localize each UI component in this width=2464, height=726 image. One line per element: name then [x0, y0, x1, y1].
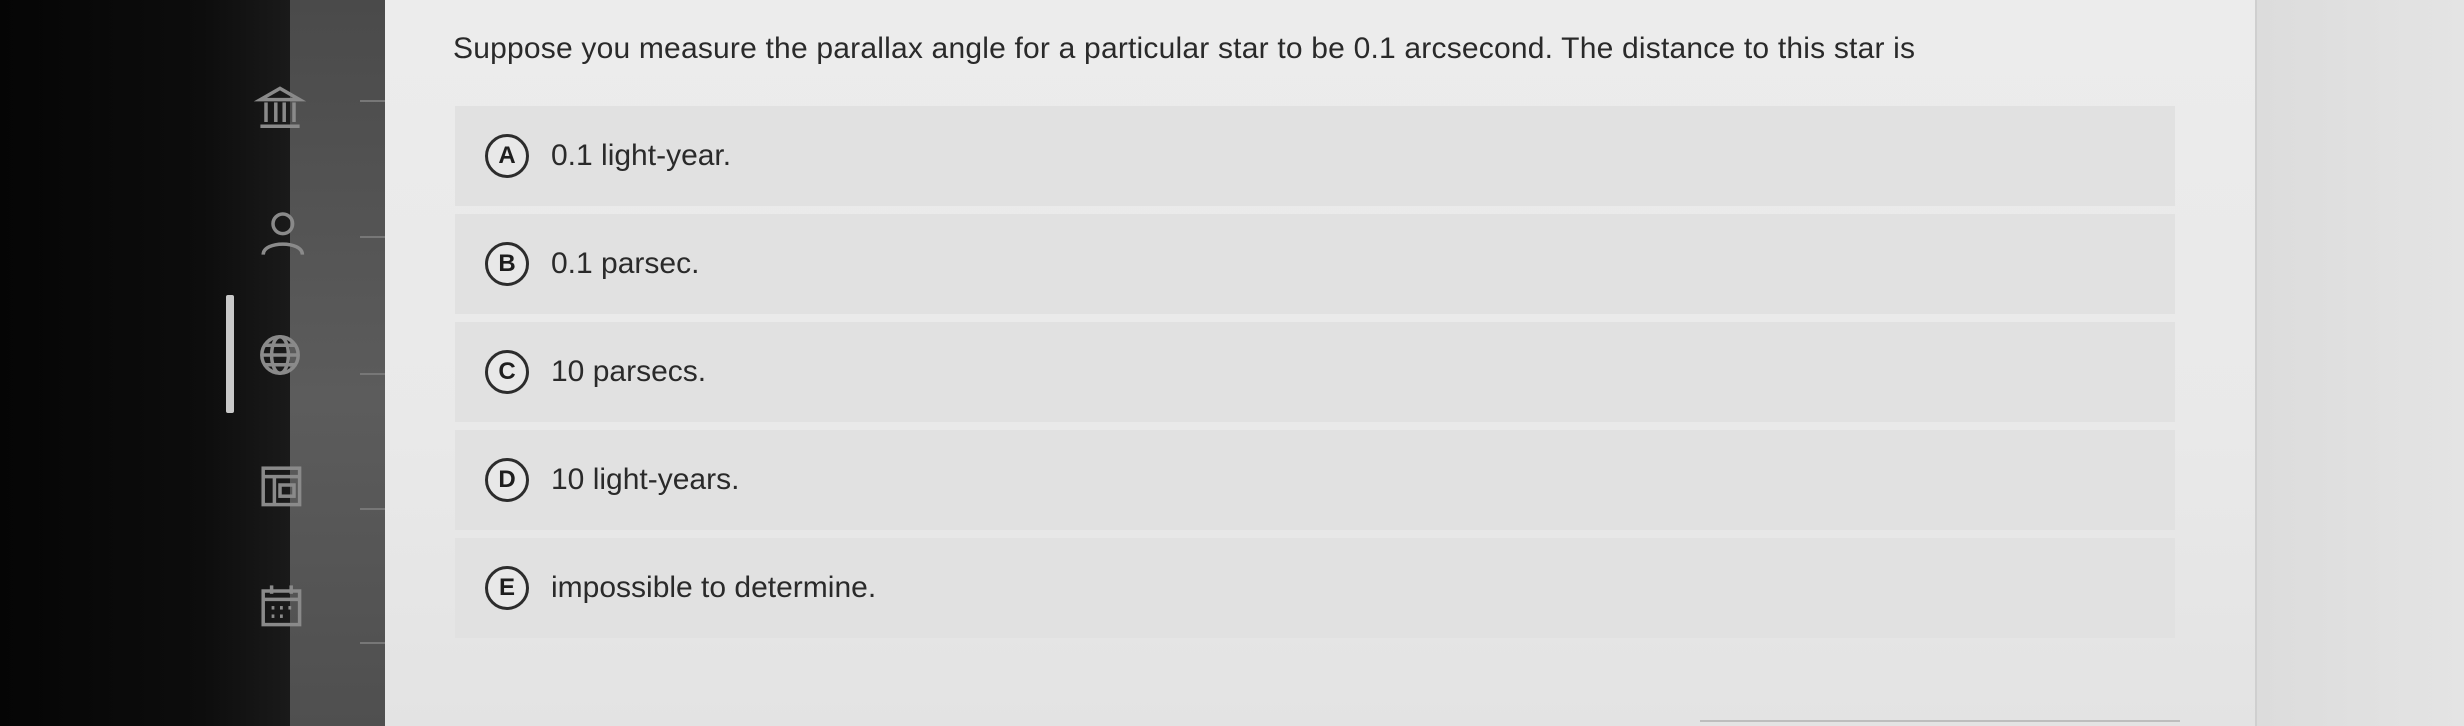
option-label: 10 parsecs.	[551, 355, 707, 388]
option-label: 0.1 parsec.	[551, 247, 700, 280]
option-c[interactable]: C 10 parsecs.	[455, 322, 2175, 422]
option-letter: E	[485, 566, 529, 610]
nav-active-indicator	[226, 295, 234, 413]
option-label: 10 light-years.	[551, 463, 740, 496]
option-letter: A	[485, 134, 529, 178]
book-icon[interactable]	[250, 455, 310, 515]
option-letter: B	[485, 242, 529, 286]
calendar-icon[interactable]	[250, 575, 310, 635]
screen-bezel	[0, 0, 290, 726]
option-e[interactable]: E impossible to determine.	[455, 538, 2175, 638]
option-a[interactable]: A 0.1 light-year.	[455, 106, 2175, 206]
option-label: 0.1 light-year.	[551, 139, 732, 172]
globe-icon[interactable]	[250, 325, 310, 385]
user-icon[interactable]	[250, 205, 310, 265]
option-b[interactable]: B 0.1 parsec.	[455, 214, 2175, 314]
answer-options: A 0.1 light-year. B 0.1 parsec. C 10 par…	[455, 106, 2175, 646]
option-label: impossible to determine.	[551, 571, 877, 604]
option-letter: C	[485, 350, 529, 394]
institution-icon[interactable]	[250, 78, 310, 138]
right-panel	[2255, 0, 2464, 726]
option-d[interactable]: D 10 light-years.	[455, 430, 2175, 530]
question-text: Suppose you measure the parallax angle f…	[453, 32, 1916, 65]
bottom-divider	[1700, 720, 2180, 722]
option-letter: D	[485, 458, 529, 502]
